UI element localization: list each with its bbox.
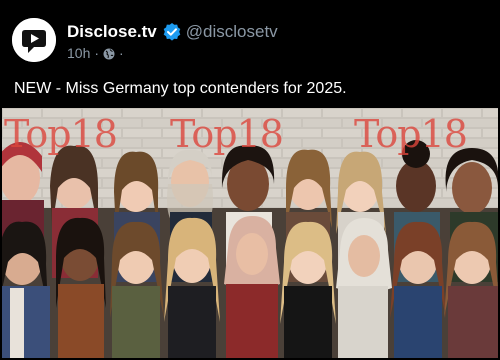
post-text: NEW - Miss Germany top contenders for 20…: [14, 80, 347, 97]
front-row: [2, 216, 498, 358]
post-header: Disclose.tv @disclosetv 10h · ·: [12, 14, 488, 66]
meta-trailing-separator: ·: [119, 45, 124, 61]
author-avatar[interactable]: [12, 18, 56, 62]
play-logo-icon: [12, 18, 56, 62]
post-media-image[interactable]: Top18 Top18 Top18: [2, 108, 498, 358]
author-handle[interactable]: @disclosetv: [186, 21, 278, 43]
author-display-name[interactable]: Disclose.tv: [67, 21, 157, 43]
post-card[interactable]: Disclose.tv @disclosetv 10h · · NEW - Mis…: [0, 0, 500, 360]
post-meta: 10h · ·: [67, 44, 128, 62]
verified-badge-icon: [162, 22, 182, 42]
author-name-row: Disclose.tv @disclosetv: [67, 20, 278, 43]
group-photo: [2, 108, 498, 358]
post-timestamp[interactable]: 10h: [67, 45, 90, 61]
globe-icon: [103, 46, 115, 60]
meta-separator: ·: [94, 45, 100, 61]
